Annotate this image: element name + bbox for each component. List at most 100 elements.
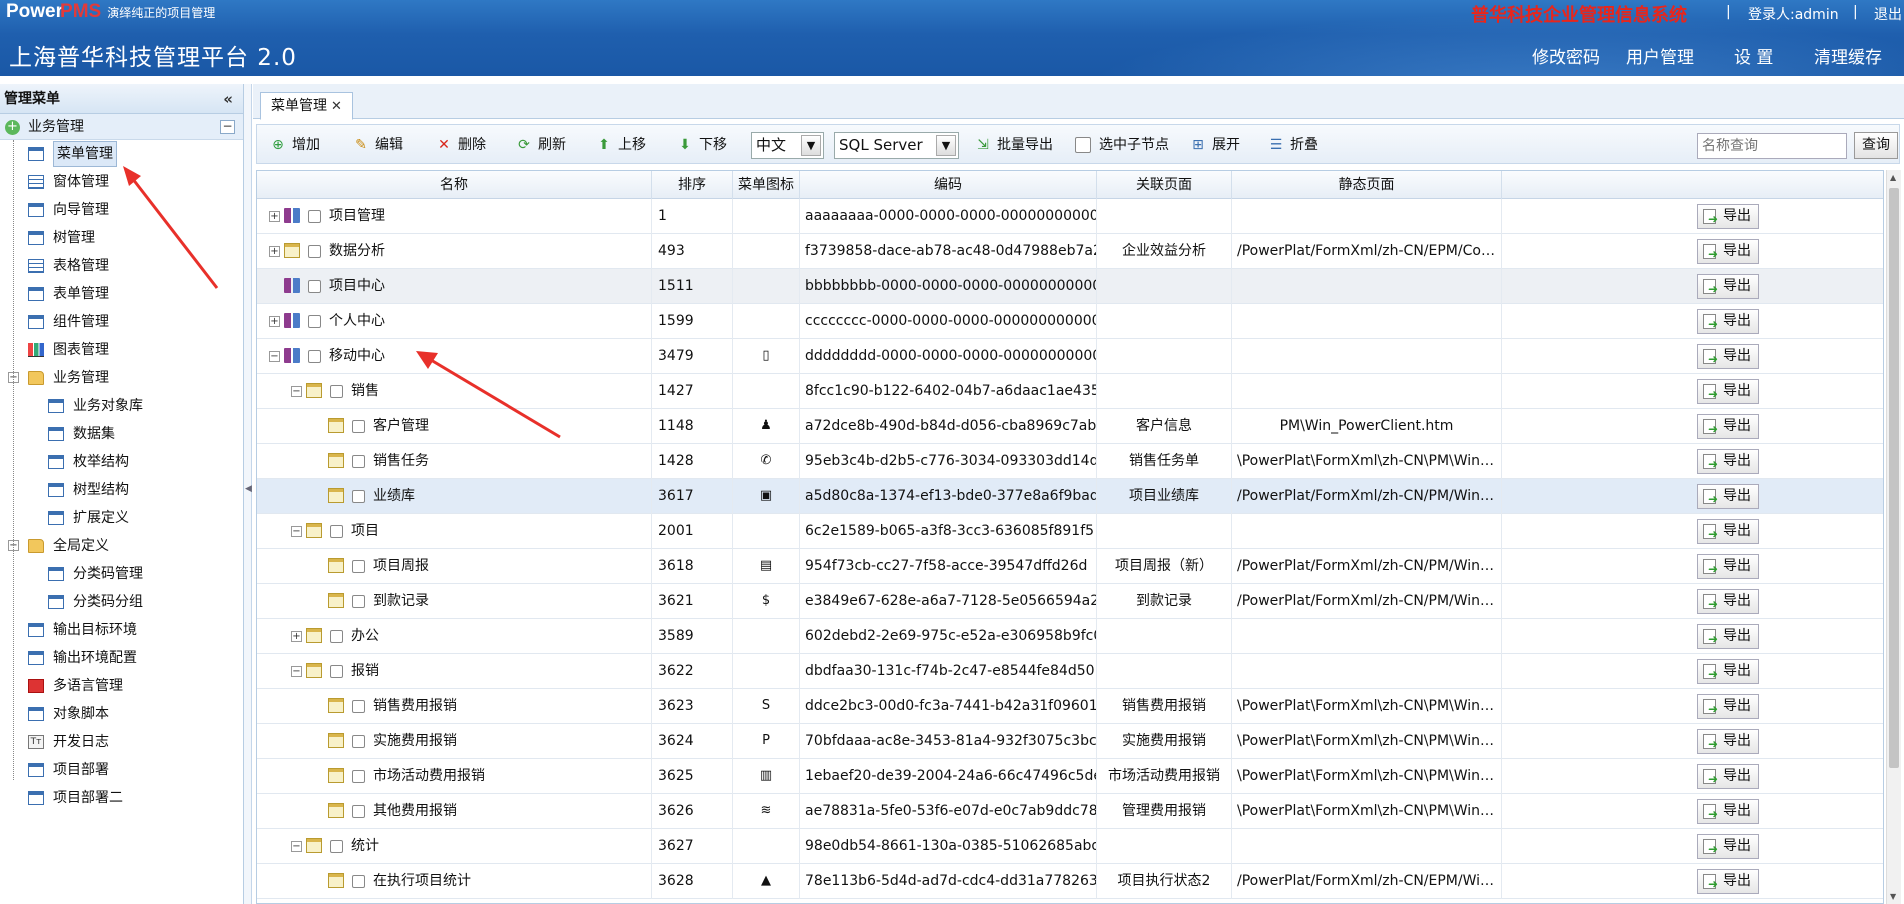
export-button[interactable]: 导出: [1697, 274, 1759, 301]
tree-item[interactable]: Tт 开发日志: [0, 728, 243, 756]
table-row[interactable]: 到款记录 3621 $ e3849e67-628e-a6a7-7128-5e05665…: [257, 584, 1883, 619]
expand-toggle-icon[interactable]: +: [269, 211, 280, 222]
row-checkbox[interactable]: [352, 595, 365, 608]
tree-item[interactable]: 数据集: [0, 420, 243, 448]
row-checkbox[interactable]: [308, 280, 321, 293]
user-management-link[interactable]: 用户管理: [1626, 43, 1694, 68]
row-checkbox[interactable]: [308, 315, 321, 328]
database-select[interactable]: SQL Server ▼: [834, 132, 959, 159]
tree-item[interactable]: 图表管理: [0, 336, 243, 364]
close-tab-icon[interactable]: ✕: [331, 99, 342, 114]
tree-item[interactable]: 扩展定义: [0, 504, 243, 532]
tree-item[interactable]: 窗体管理: [0, 168, 243, 196]
row-checkbox[interactable]: [352, 490, 365, 503]
table-row[interactable]: − 项目 2001 6c2e1589-b065-a3f8-3cc3-636085f89…: [257, 514, 1883, 549]
export-button[interactable]: 导出: [1697, 799, 1759, 826]
table-row[interactable]: 市场活动费用报销 3625 ▥ 1ebaef20-de39-2004-24a6-66c…: [257, 759, 1883, 794]
scrollbar-thumb[interactable]: [1889, 188, 1899, 768]
table-row[interactable]: 业绩库 3617 ▣ a5d80c8a-1374-ef13-bde0-377e8a6f…: [257, 479, 1883, 514]
table-row[interactable]: 在执行项目统计 3628 ▲ 78e113b6-5d4d-ad7d-cdc4-dd31…: [257, 864, 1883, 899]
row-checkbox[interactable]: [330, 385, 343, 398]
export-button[interactable]: 导出: [1697, 449, 1759, 476]
row-checkbox[interactable]: [308, 350, 321, 363]
expand-toggle-icon[interactable]: +: [269, 316, 280, 327]
select-children-checkbox[interactable]: [1075, 137, 1091, 153]
collapse-panel-icon[interactable]: «: [223, 84, 233, 114]
export-button[interactable]: 导出: [1697, 309, 1759, 336]
export-button[interactable]: 导出: [1697, 694, 1759, 721]
tree-item[interactable]: 枚举结构: [0, 448, 243, 476]
export-button[interactable]: 导出: [1697, 519, 1759, 546]
column-header-code[interactable]: 编码: [800, 171, 1097, 199]
export-button[interactable]: 导出: [1697, 379, 1759, 406]
scroll-down-icon[interactable]: ▼: [1890, 892, 1896, 901]
column-header-name[interactable]: 名称: [257, 171, 652, 199]
row-checkbox[interactable]: [352, 700, 365, 713]
collapse-button[interactable]: ☰ 折叠: [1267, 134, 1318, 156]
search-button[interactable]: 查询: [1854, 132, 1898, 159]
table-row[interactable]: 项目中心 1511 bbbbbbbb-0000-0000-0000-00000000…: [257, 269, 1883, 304]
move-up-button[interactable]: ⬆ 上移: [595, 134, 646, 156]
row-checkbox[interactable]: [330, 665, 343, 678]
batch-export-button[interactable]: ⇲ 批量导出: [974, 134, 1053, 156]
edit-button[interactable]: ✎ 编辑: [352, 134, 403, 156]
export-button[interactable]: 导出: [1697, 554, 1759, 581]
settings-link[interactable]: 设 置: [1734, 43, 1773, 68]
export-button[interactable]: 导出: [1697, 204, 1759, 231]
tree-item[interactable]: 分类码分组: [0, 588, 243, 616]
table-row[interactable]: 销售费用报销 3623 Sddce2bc3-00d0-fc3a-7441-b42a3…: [257, 689, 1883, 724]
table-row[interactable]: − 销售 1427 8fcc1c90-b122-6402-04b7-a6daac1ae…: [257, 374, 1883, 409]
tree-item[interactable]: 项目部署二: [0, 784, 243, 812]
row-checkbox[interactable]: [330, 840, 343, 853]
collapse-toggle-icon[interactable]: −: [269, 351, 280, 362]
table-row[interactable]: − 报销 3622 dbdfaa30-131c-f74b-2c47-e8544fe84…: [257, 654, 1883, 689]
tab-menu-management[interactable]: 菜单管理 ✕: [260, 92, 353, 120]
tree-item[interactable]: 输出目标环境: [0, 616, 243, 644]
column-header-static-page[interactable]: 静态页面: [1232, 171, 1502, 199]
menu-group-header[interactable]: + 业务管理 −: [0, 114, 243, 140]
scroll-up-icon[interactable]: ▲: [1890, 173, 1896, 182]
expand-toggle-icon[interactable]: +: [269, 246, 280, 257]
row-checkbox[interactable]: [308, 245, 321, 258]
tree-item[interactable]: 向导管理: [0, 196, 243, 224]
column-header-sort[interactable]: 排序: [652, 171, 733, 199]
tree-item[interactable]: 树型结构: [0, 476, 243, 504]
name-search-input[interactable]: [1697, 133, 1847, 159]
grid-vertical-scrollbar[interactable]: ▲ ▼: [1886, 170, 1901, 904]
tree-item[interactable]: 对象脚本: [0, 700, 243, 728]
table-row[interactable]: − 统计 3627 98e0db54-8661-130a-0385-51062685a…: [257, 829, 1883, 864]
export-button[interactable]: 导出: [1697, 764, 1759, 791]
table-row[interactable]: − 移动中心 3479 ▯ dddddddd-0000-0000-0000-000000…: [257, 339, 1883, 374]
delete-button[interactable]: ✕ 删除: [435, 134, 486, 156]
tree-item[interactable]: 组件管理: [0, 308, 243, 336]
table-row[interactable]: 客户管理 1148 ♟ a72dce8b-490d-b84d-d056-cba8969…: [257, 409, 1883, 444]
export-button[interactable]: 导出: [1697, 729, 1759, 756]
tree-item[interactable]: 树管理: [0, 224, 243, 252]
row-checkbox[interactable]: [352, 735, 365, 748]
panel-splitter[interactable]: ◀: [244, 84, 252, 904]
tree-item[interactable]: − 全局定义: [0, 532, 243, 560]
collapse-toggle-icon[interactable]: −: [291, 526, 302, 537]
group-collapse-button[interactable]: −: [220, 120, 235, 134]
row-checkbox[interactable]: [352, 560, 365, 573]
table-row[interactable]: 实施费用报销 3624 P 70bfdaaa-ac8e-3453-81a4-932f3…: [257, 724, 1883, 759]
refresh-button[interactable]: ⟳ 刷新: [515, 134, 566, 156]
export-button[interactable]: 导出: [1697, 834, 1759, 861]
tree-item[interactable]: 输出环境配置: [0, 644, 243, 672]
table-row[interactable]: + 数据分析 493 f3739858-dace-ab78-ac48-0d47988e…: [257, 234, 1883, 269]
collapse-toggle-icon[interactable]: −: [291, 666, 302, 677]
collapse-toggle-icon[interactable]: −: [291, 386, 302, 397]
language-select[interactable]: 中文 ▼: [751, 132, 824, 159]
add-button[interactable]: ⊕ 增加: [269, 134, 320, 156]
row-checkbox[interactable]: [308, 210, 321, 223]
row-checkbox[interactable]: [330, 525, 343, 538]
column-header-linked-page[interactable]: 关联页面: [1097, 171, 1232, 199]
tree-item[interactable]: 分类码管理: [0, 560, 243, 588]
row-checkbox[interactable]: [352, 875, 365, 888]
row-checkbox[interactable]: [330, 630, 343, 643]
export-button[interactable]: 导出: [1697, 484, 1759, 511]
table-row[interactable]: + 办公 3589 602debd2-2e69-975c-e52a-e306958b9…: [257, 619, 1883, 654]
move-down-button[interactable]: ⬇ 下移: [676, 134, 727, 156]
row-checkbox[interactable]: [352, 455, 365, 468]
tree-item[interactable]: 业务对象库: [0, 392, 243, 420]
